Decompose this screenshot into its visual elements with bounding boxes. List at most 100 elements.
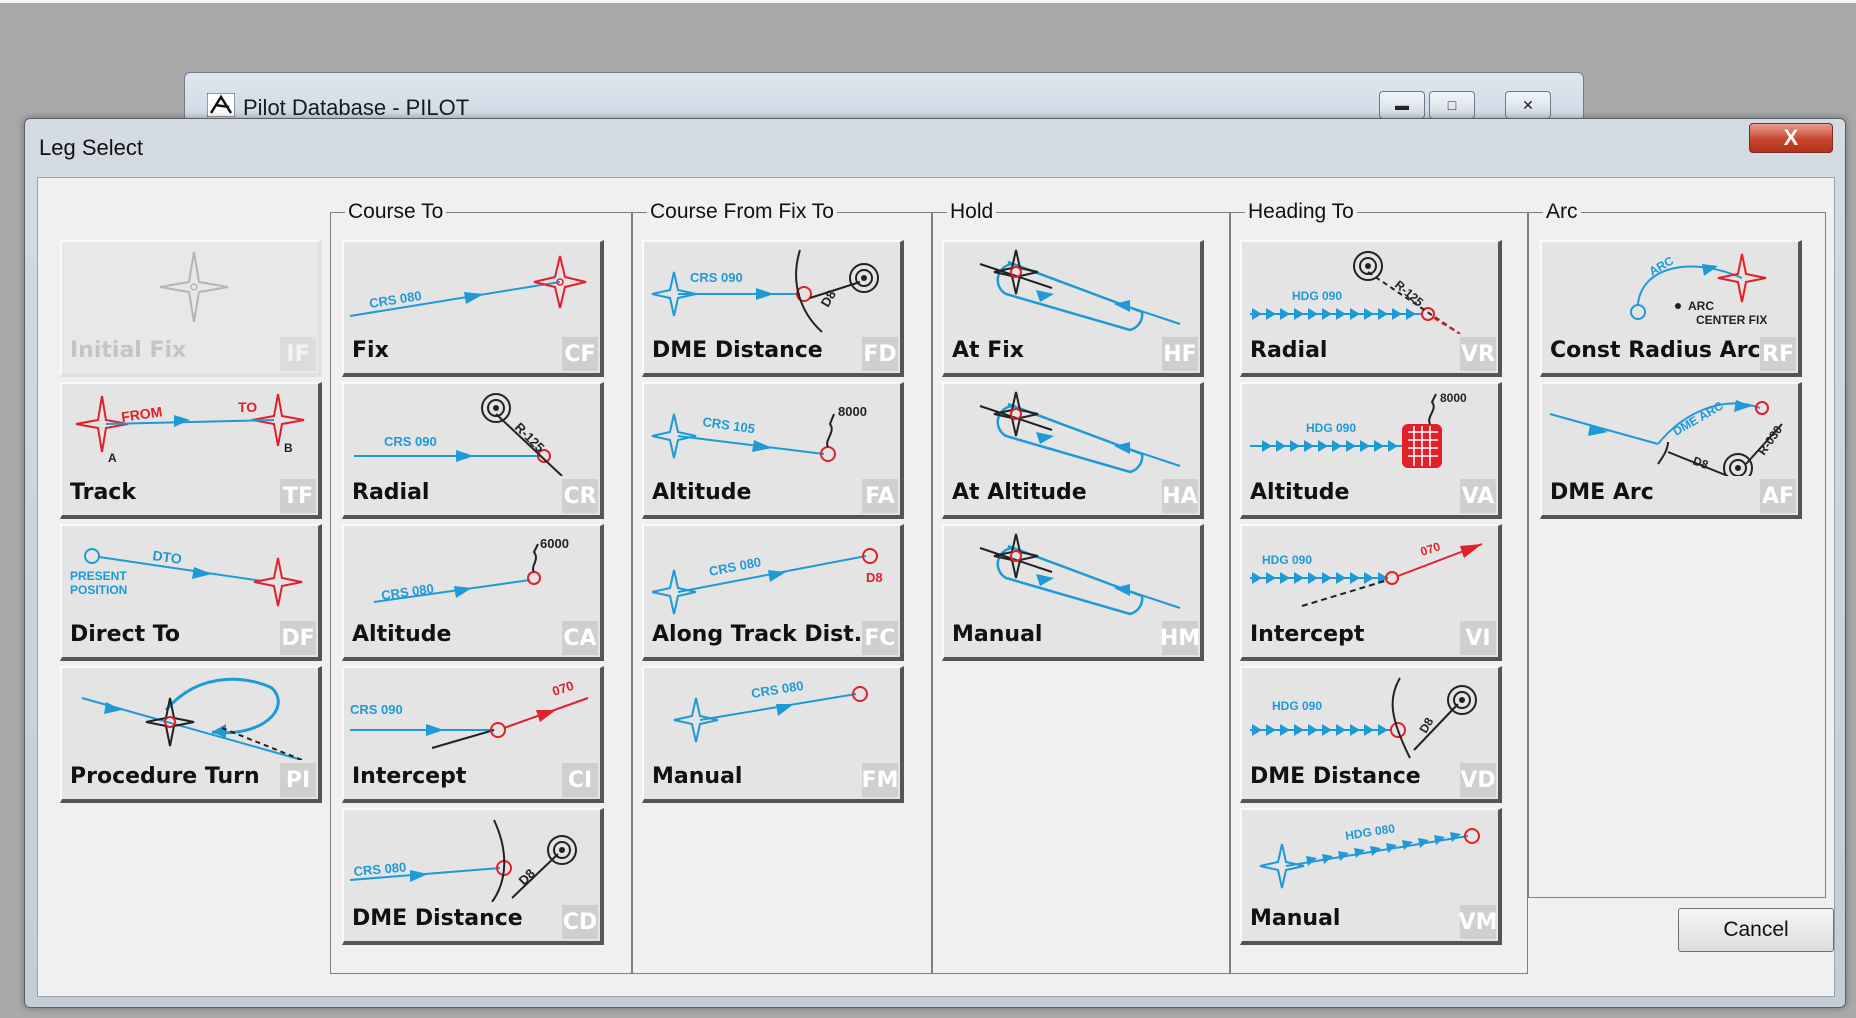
svg-text:8000: 8000: [1440, 391, 1467, 405]
leg-button-const-radius-arc[interactable]: ARC ARC CENTER FIX Const Radius Arc RF: [1540, 240, 1802, 377]
desktop-text-fragment: [1390, 0, 1830, 8]
leg-label: Fix: [352, 338, 389, 363]
close-button[interactable]: ✕: [1505, 91, 1551, 119]
leg-code: FC: [862, 621, 898, 655]
leg-button-heading-intercept[interactable]: HDG 090 070 Intercept VI: [1240, 524, 1502, 661]
svg-text:HDG 090: HDG 090: [1272, 699, 1322, 713]
leg-button-procedure-turn[interactable]: Procedure Turn PI: [60, 666, 322, 803]
leg-button-fix-dme-distance[interactable]: CRS 090 D8 DME Distance FD: [642, 240, 904, 377]
leg-code: CF: [562, 337, 598, 371]
course-to-intercept-leg-icon: CRS 090 070: [350, 678, 589, 749]
leg-button-heading-radial[interactable]: HDG 090 R-125 Radial VR: [1240, 240, 1502, 377]
svg-text:6000: 6000: [540, 536, 569, 551]
leg-code: DF: [280, 621, 316, 655]
leg-code: IF: [280, 337, 316, 371]
leg-button-heading-dme-distance[interactable]: HDG 090 D8 DME Distance VD: [1240, 666, 1502, 803]
leg-label: Track: [70, 480, 136, 505]
svg-text:CENTER FIX: CENTER FIX: [1696, 313, 1767, 327]
svg-text:070: 070: [550, 678, 575, 699]
svg-text:070: 070: [1419, 539, 1443, 559]
svg-text:FROM: FROM: [120, 403, 163, 425]
hold-at-altitude-icon: [979, 391, 1181, 474]
leg-button-track[interactable]: FROM TO A B Track TF: [60, 382, 322, 519]
leg-button-course-to-dme-distance[interactable]: CRS 080 D8 DME Distance CD: [342, 808, 604, 945]
app-icon: [207, 93, 235, 117]
svg-text:8000: 8000: [838, 404, 867, 419]
leg-code: VD: [1460, 763, 1496, 797]
svg-text:D8: D8: [1691, 454, 1711, 473]
leg-label: Manual: [652, 764, 743, 789]
leg-label: At Fix: [952, 338, 1024, 363]
fix-along-track-leg-icon: CRS 080 D8: [651, 548, 883, 615]
leg-label: Procedure Turn: [70, 764, 260, 789]
leg-button-course-to-fix[interactable]: CRS 080 Fix CF: [342, 240, 604, 377]
leg-label: Radial: [352, 480, 430, 505]
leg-label: At Altitude: [952, 480, 1087, 505]
course-to-dme-distance-leg-icon: CRS 080 D8: [349, 819, 577, 902]
close-icon: ✕: [1522, 96, 1534, 113]
hold-at-fix-icon: [979, 249, 1181, 332]
leg-label: Altitude: [1250, 480, 1350, 505]
group-label: Course To: [345, 199, 447, 225]
leg-button-course-to-altitude[interactable]: 6000 CRS 080 Altitude CA: [342, 524, 604, 661]
leg-button-fix-manual[interactable]: CRS 080 Manual FM: [642, 666, 904, 803]
svg-text:CRS 090: CRS 090: [690, 270, 743, 285]
leg-button-initial-fix[interactable]: Initial Fix IF: [60, 240, 322, 377]
group-label: Arc: [1543, 199, 1581, 225]
svg-text:CRS 105: CRS 105: [702, 414, 756, 436]
leg-select-dialog: Leg Select X Initial Fix IF FROM TO A B: [24, 118, 1846, 1008]
svg-text:CRS 080: CRS 080: [750, 678, 804, 701]
initial-fix-icon: [159, 251, 229, 323]
course-to-altitude-leg-icon: 6000 CRS 080: [373, 536, 569, 603]
svg-text:R-125: R-125: [1392, 278, 1426, 310]
leg-button-hold-manual[interactable]: Manual HM: [942, 524, 1204, 661]
svg-text:R-030: R-030: [1755, 423, 1785, 458]
svg-text:PRESENT: PRESENT: [70, 569, 127, 583]
leg-button-direct-to[interactable]: DTO PRESENT POSITION Direct To DF: [60, 524, 322, 661]
close-icon: X: [1783, 125, 1799, 150]
leg-button-hold-at-fix[interactable]: At Fix HF: [942, 240, 1204, 377]
leg-label: Manual: [1250, 906, 1341, 931]
svg-text:ARC: ARC: [1647, 253, 1677, 278]
leg-label: Intercept: [1250, 622, 1365, 647]
leg-code: HF: [1162, 337, 1198, 371]
leg-label: DME Distance: [352, 906, 523, 931]
track-leg-icon: FROM TO A B: [75, 393, 305, 465]
leg-button-course-to-intercept[interactable]: CRS 090 070 Intercept CI: [342, 666, 604, 803]
leg-button-heading-manual[interactable]: HDG 080 Manual VM: [1240, 808, 1502, 945]
leg-button-fix-along-track[interactable]: CRS 080 D8 Along Track Dist. FC: [642, 524, 904, 661]
maximize-button[interactable]: □: [1429, 91, 1475, 119]
hold-manual-icon: [979, 533, 1181, 616]
svg-text:CRS 090: CRS 090: [350, 702, 403, 717]
leg-button-course-to-radial[interactable]: CRS 090 R-125 Radial CR: [342, 382, 604, 519]
svg-text:ARC: ARC: [1688, 299, 1714, 313]
leg-code: VI: [1460, 621, 1496, 655]
leg-label: Direct To: [70, 622, 180, 647]
leg-label: Manual: [952, 622, 1043, 647]
course-to-radial-leg-icon: CRS 090 R-125: [354, 393, 563, 476]
group-label: Hold: [947, 199, 997, 225]
heading-to-radial-leg-icon: HDG 090 R-125: [1250, 251, 1461, 334]
leg-button-hold-at-altitude[interactable]: At Altitude HA: [942, 382, 1204, 519]
leg-code: HM: [1160, 621, 1200, 655]
leg-code: CA: [562, 621, 598, 655]
procedure-turn-leg-icon: [81, 677, 303, 760]
heading-to-manual-leg-icon: HDG 080: [1259, 821, 1480, 889]
svg-text:D8: D8: [516, 866, 538, 888]
svg-text:HDG 080: HDG 080: [1344, 821, 1396, 843]
dialog-close-button[interactable]: X: [1749, 123, 1833, 153]
leg-label: Intercept: [352, 764, 467, 789]
leg-code: VM: [1459, 905, 1497, 939]
leg-button-dme-arc[interactable]: DME ARC D8 R-030 DME Arc AF: [1540, 382, 1802, 519]
dialog-body: Initial Fix IF FROM TO A B Track TF DTO …: [37, 177, 1835, 997]
leg-button-heading-altitude[interactable]: 8000 HDG 090 Altitude VA: [1240, 382, 1502, 519]
leg-code: VR: [1460, 337, 1496, 371]
dme-arc-leg-icon: DME ARC D8 R-030: [1549, 399, 1785, 476]
leg-label: DME Arc: [1550, 480, 1654, 505]
leg-label: Altitude: [352, 622, 452, 647]
leg-code: RF: [1760, 337, 1796, 371]
cancel-button[interactable]: Cancel: [1678, 908, 1834, 952]
leg-button-fix-altitude[interactable]: 8000 CRS 105 Altitude FA: [642, 382, 904, 519]
svg-text:TO: TO: [238, 399, 257, 415]
minimize-button[interactable]: ▬: [1379, 91, 1425, 119]
